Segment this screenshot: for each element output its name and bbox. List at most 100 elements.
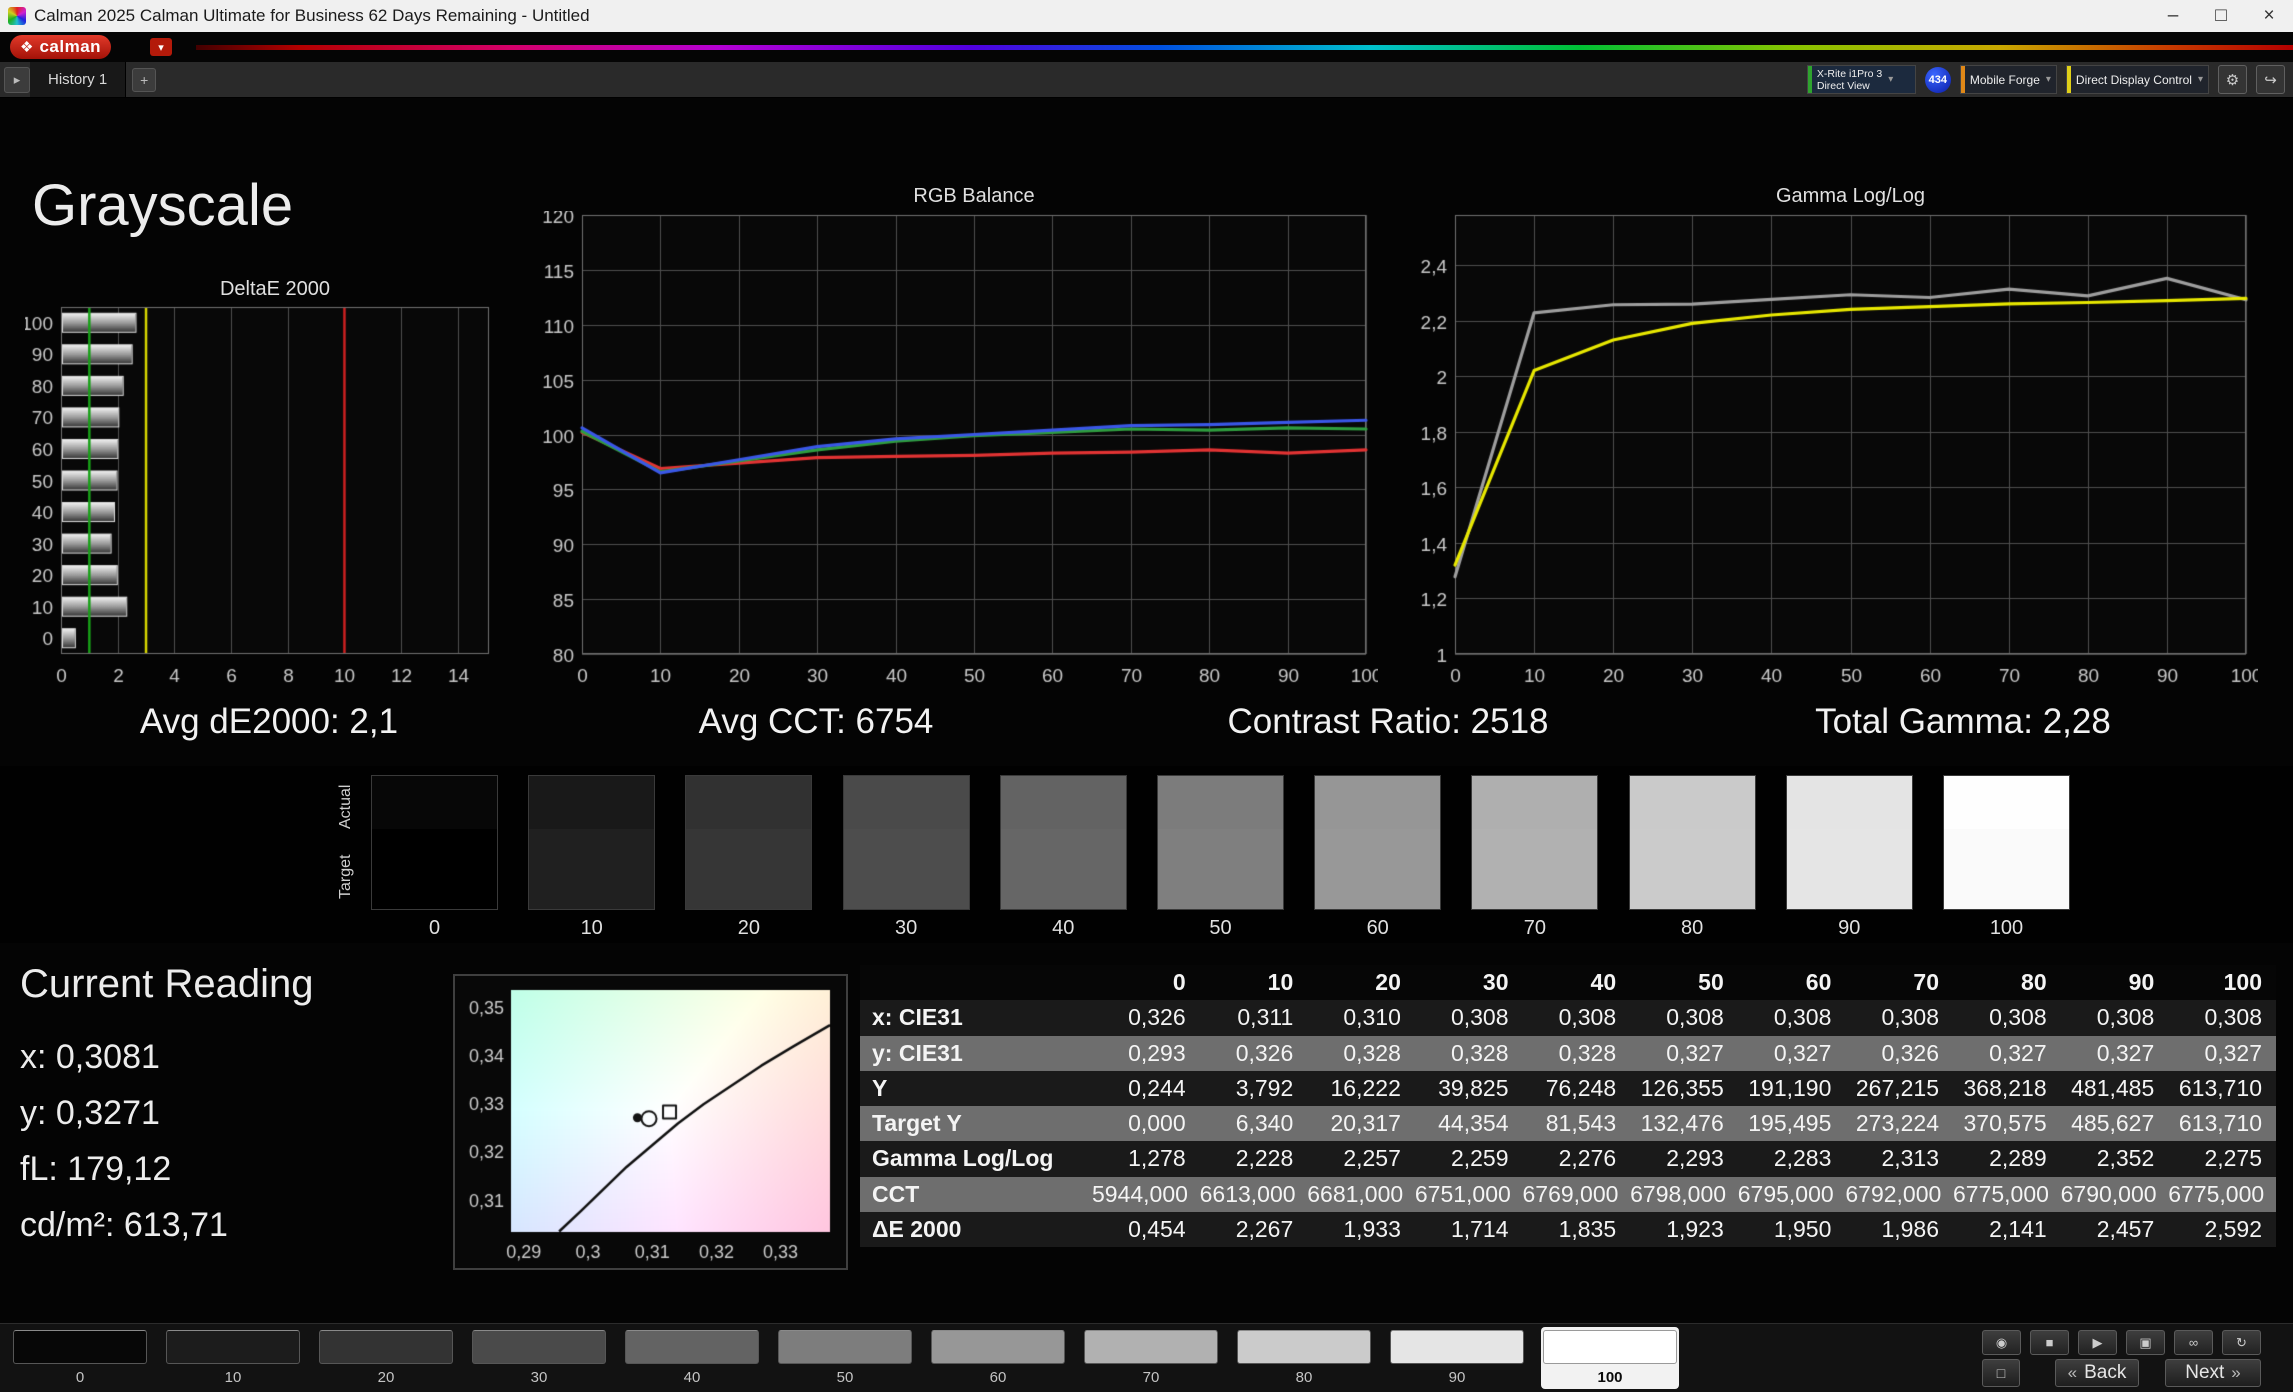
close-button[interactable]: × bbox=[2245, 0, 2293, 32]
patch-button-100[interactable]: 100 bbox=[1541, 1327, 1679, 1389]
patch-label: 50 bbox=[836, 1369, 854, 1386]
chevron-down-icon: ▾ bbox=[2045, 74, 2051, 85]
value-cell: 2,276 bbox=[1522, 1141, 1631, 1177]
save-button[interactable]: ▣ bbox=[2126, 1330, 2165, 1355]
source-dropdown[interactable]: Mobile Forge ▾ bbox=[1959, 65, 2057, 94]
rainbow-divider bbox=[196, 45, 2293, 50]
chevron-down-icon: ▾ bbox=[1888, 74, 1894, 85]
table-row: y: CIE31 0,293 0,326 0,328 0,328 0,328 0,327 0,… bbox=[860, 1035, 2276, 1071]
patch-button-40[interactable]: 40 bbox=[623, 1327, 761, 1389]
value-cell: 2,592 bbox=[2168, 1211, 2276, 1247]
patch-label: 80 bbox=[1295, 1369, 1313, 1386]
patch-button-10[interactable]: 10 bbox=[164, 1327, 302, 1389]
patch-color bbox=[1237, 1330, 1371, 1364]
patch-button-70[interactable]: 70 bbox=[1082, 1327, 1220, 1389]
value-cell: 90 bbox=[2060, 965, 2169, 1001]
swatch-target bbox=[843, 829, 969, 909]
patch-button-30[interactable]: 30 bbox=[470, 1327, 608, 1389]
patch-color bbox=[1084, 1330, 1218, 1364]
bottom-bar: 0 10 20 30 40 50 60 70 80 90 100 ◉ ■ ▶ ▣ ∞ ↻ □ « Back N… bbox=[0, 1323, 2293, 1392]
next-button[interactable]: Next » bbox=[2165, 1359, 2261, 1387]
patch-label: 70 bbox=[1142, 1369, 1160, 1386]
swatch-label: 40 bbox=[1052, 917, 1075, 939]
value-cell: 2,293 bbox=[1630, 1141, 1738, 1177]
value-cell: 273,224 bbox=[1845, 1106, 1953, 1142]
value-cell: 2,228 bbox=[1199, 1141, 1308, 1177]
swatch-target bbox=[1472, 829, 1598, 909]
source-status-bar bbox=[1960, 66, 1965, 93]
refresh-button[interactable]: ↻ bbox=[2222, 1330, 2261, 1355]
patch-color bbox=[778, 1330, 912, 1364]
grayscale-swatch-80: 80 bbox=[1628, 775, 1756, 939]
calman-logo-icon: ❖ bbox=[20, 39, 34, 56]
meter-dropdown[interactable]: X-Rite i1Pro 3 Direct View ▾ bbox=[1806, 65, 1916, 94]
back-button[interactable]: « Back bbox=[2055, 1359, 2139, 1387]
value-cell: 2,457 bbox=[2060, 1211, 2169, 1247]
patch-button-80[interactable]: 80 bbox=[1235, 1327, 1373, 1389]
display-control-name: Direct Display Control bbox=[2075, 72, 2192, 87]
measurement-table: 0 10 20 30 40 50 60 70 80 90 100 x: CIE31 0,326 0,311… bbox=[860, 965, 2276, 1247]
swatch-label: 100 bbox=[1989, 917, 2024, 939]
swatch-actual bbox=[1629, 776, 1755, 830]
deltae-2000-chart: DeltaE 2000 bbox=[25, 278, 505, 698]
value-cell: 0,310 bbox=[1307, 1000, 1415, 1036]
value-cell: 0,327 bbox=[2060, 1035, 2169, 1071]
value-cell: 0,308 bbox=[1522, 1000, 1631, 1036]
value-cell: 2,313 bbox=[1845, 1141, 1953, 1177]
value-cell: 0,326 bbox=[1092, 1000, 1200, 1036]
value-cell: 0 bbox=[1092, 965, 1200, 1001]
patch-button-50[interactable]: 50 bbox=[776, 1327, 914, 1389]
swatch-target bbox=[686, 829, 812, 909]
meter-read-button[interactable]: ◉ bbox=[1982, 1330, 2021, 1355]
tab-bar-controls: X-Rite i1Pro 3 Direct View ▾ 434 Mobile … bbox=[1806, 65, 2285, 94]
play-button[interactable]: ▶ bbox=[2078, 1330, 2117, 1355]
value-cell: 132,476 bbox=[1630, 1106, 1738, 1142]
table-header-row: 0 10 20 30 40 50 60 70 80 90 100 bbox=[860, 965, 2276, 1001]
swatch-actual bbox=[686, 776, 812, 830]
row-label-cell: y: CIE31 bbox=[860, 1035, 1092, 1071]
minimize-button[interactable]: – bbox=[2149, 0, 2197, 32]
table-row: Y 0,244 3,792 16,222 39,825 76,248 126,355 191,… bbox=[860, 1070, 2276, 1106]
swatch-actual bbox=[529, 776, 655, 830]
rgb-balance-chart: RGB Balance bbox=[532, 185, 1378, 697]
expand-history-button[interactable]: ▸ bbox=[4, 66, 30, 93]
patch-color bbox=[13, 1330, 147, 1364]
display-control-dropdown[interactable]: Direct Display Control ▾ bbox=[2065, 65, 2209, 94]
window-title: Calman 2025 Calman Ultimate for Business… bbox=[34, 6, 590, 25]
next-icon: » bbox=[2231, 1363, 2241, 1382]
patch-label: 90 bbox=[1448, 1369, 1466, 1386]
maximize-button[interactable]: □ bbox=[2197, 0, 2245, 32]
patch-color bbox=[166, 1330, 300, 1364]
calman-logo[interactable]: ❖ calman bbox=[10, 35, 112, 59]
swatch-actual bbox=[1472, 776, 1598, 830]
value-cell: 30 bbox=[1414, 965, 1523, 1001]
patch-button-20[interactable]: 20 bbox=[317, 1327, 455, 1389]
patch-label: 20 bbox=[377, 1369, 395, 1386]
settings-button[interactable]: ⚙ bbox=[2218, 65, 2247, 94]
grayscale-swatch-70: 70 bbox=[1471, 775, 1599, 939]
next-label: Next bbox=[2185, 1362, 2225, 1383]
deltae-chart-canvas bbox=[25, 304, 505, 694]
reading-y: y: 0,3271 bbox=[20, 1094, 160, 1132]
screen-button[interactable]: □ bbox=[1982, 1359, 2020, 1387]
session-button[interactable]: ↪ bbox=[2256, 65, 2285, 94]
patch-label: 30 bbox=[530, 1369, 548, 1386]
value-cell: 6792,000 bbox=[1845, 1176, 1953, 1212]
menu-dropdown-button[interactable]: ▾ bbox=[150, 38, 172, 56]
patch-button-0[interactable]: 0 bbox=[11, 1327, 149, 1389]
stop-button[interactable]: ■ bbox=[2030, 1330, 2069, 1355]
value-cell: 481,485 bbox=[2060, 1070, 2169, 1106]
table-row: Target Y 0,000 6,340 20,317 44,354 81,543 132,… bbox=[860, 1106, 2276, 1142]
add-tab-button[interactable]: + bbox=[132, 67, 157, 92]
current-reading-panel: Current Reading x: 0,3081 y: 0,3271 fL: … bbox=[20, 962, 450, 1253]
patch-button-60[interactable]: 60 bbox=[929, 1327, 1067, 1389]
rgb-chart-canvas bbox=[532, 211, 1378, 694]
loop-button[interactable]: ∞ bbox=[2174, 1330, 2213, 1355]
grayscale-swatch-40: 40 bbox=[999, 775, 1127, 939]
patch-button-90[interactable]: 90 bbox=[1388, 1327, 1526, 1389]
tab-history-1[interactable]: History 1 bbox=[30, 62, 127, 97]
contrast-ratio-stat: Contrast Ratio: 2518 bbox=[1227, 702, 1549, 741]
calman-logo-text: calman bbox=[39, 37, 102, 56]
swatch-target bbox=[1158, 829, 1283, 909]
swatch-target bbox=[1944, 829, 2069, 909]
